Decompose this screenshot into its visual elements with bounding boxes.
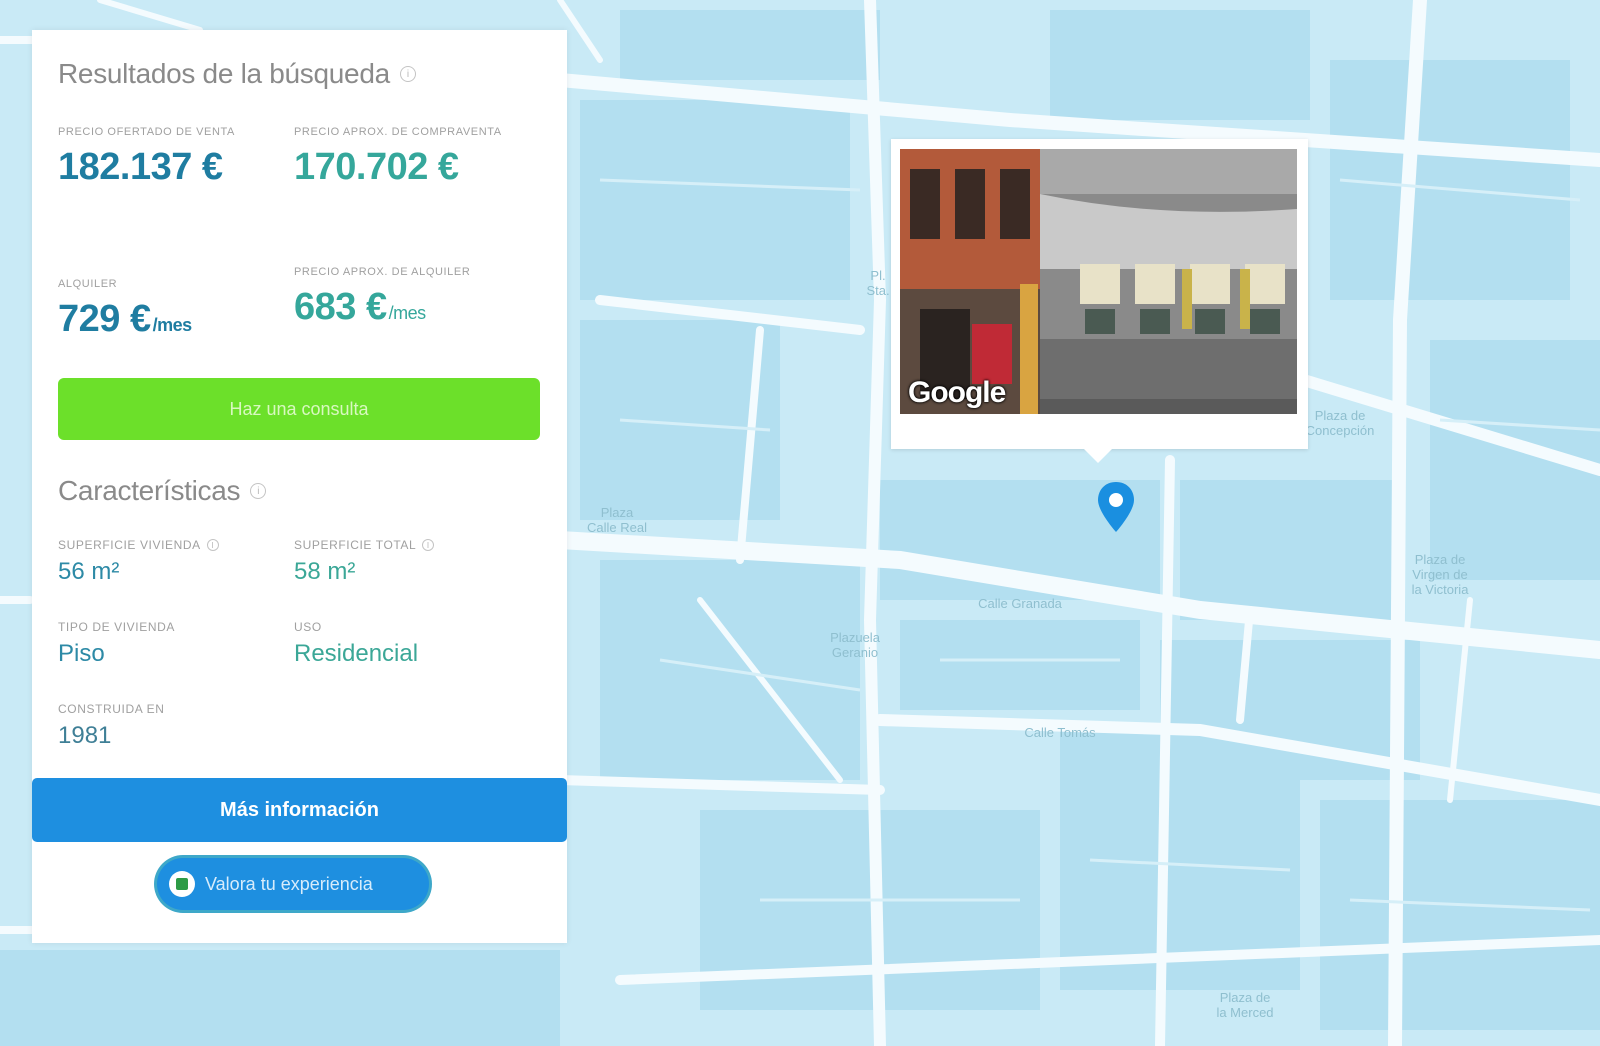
street-view-popup[interactable]: Google xyxy=(891,139,1308,463)
stat-value: 170.702 € xyxy=(294,146,459,188)
feat-label: CONSTRUIDA EN xyxy=(58,702,165,716)
feedback-button-label: Valora tu experiencia xyxy=(205,873,373,894)
living-area-label: SUPERFICIE VIVIENDA xyxy=(58,538,201,552)
rent-unit: /mes xyxy=(152,315,193,335)
map-label: Plaza Calle Real xyxy=(587,505,647,535)
street-view-image[interactable]: Google xyxy=(900,149,1297,414)
rent-value: 729 € xyxy=(58,298,151,340)
features-title-text: Características xyxy=(58,475,241,506)
results-title: Resultados de la búsqueda i xyxy=(58,58,416,90)
offer-sale-price: PRECIO OFERTADO DE VENTA 182.137 € xyxy=(58,126,268,189)
stat-value: 182.137 € xyxy=(58,146,223,188)
appraisal-rent-price: PRECIO APROX. DE ALQUILER 683 €/mes xyxy=(294,266,504,329)
feat-label: SUPERFICIE TOTAL i xyxy=(294,538,514,552)
results-title-text: Resultados de la búsqueda xyxy=(58,58,390,89)
feat-label: SUPERFICIE VIVIENDA i xyxy=(58,538,278,552)
stat-label: PRECIO APROX. DE ALQUILER xyxy=(294,266,471,278)
stat-label: PRECIO APROX. DE COMPRAVENTA xyxy=(294,126,502,138)
feedback-button[interactable]: Valora tu experiencia xyxy=(157,858,429,910)
feat-value: 56 m² xyxy=(58,558,120,585)
info-icon[interactable]: i xyxy=(206,539,219,551)
google-watermark: Google xyxy=(908,376,1006,409)
info-icon[interactable]: i xyxy=(250,483,267,499)
stat-value: 683 €/mes xyxy=(294,286,504,329)
property-use: USO Residencial xyxy=(294,620,514,668)
results-panel: Resultados de la búsqueda i PRECIO OFERT… xyxy=(32,30,567,943)
living-area: SUPERFICIE VIVIENDA i 56 m² xyxy=(58,538,278,586)
feat-value: 1981 xyxy=(58,722,112,749)
appraisal-rent-unit: /mes xyxy=(388,303,427,323)
map-label: Plaza de la Merced xyxy=(1216,990,1274,1020)
total-area-label: SUPERFICIE TOTAL xyxy=(294,538,417,552)
total-area: SUPERFICIE TOTAL i 58 m² xyxy=(294,538,514,586)
feedback-icon xyxy=(169,871,195,897)
info-icon[interactable]: i xyxy=(399,66,416,82)
map-label: Calle Tomás xyxy=(1024,725,1096,740)
stat-value: 729 €/mes xyxy=(58,298,268,341)
feat-label: TIPO DE VIVIENDA xyxy=(58,620,175,634)
stat-label: ALQUILER xyxy=(58,278,118,290)
property-type: TIPO DE VIVIENDA Piso xyxy=(58,620,278,668)
features-title: Características i xyxy=(58,475,267,507)
feat-value: Piso xyxy=(58,640,105,667)
rent-price: ALQUILER 729 €/mes xyxy=(58,266,268,341)
feat-value: 58 m² xyxy=(294,558,356,585)
appraisal-sale-price: PRECIO APROX. DE COMPRAVENTA 170.702 € xyxy=(294,126,504,189)
more-info-button[interactable]: Más información xyxy=(32,778,567,842)
location-pin-icon[interactable] xyxy=(1095,480,1137,534)
info-icon[interactable]: i xyxy=(422,539,435,551)
appraisal-rent-value: 683 € xyxy=(294,286,387,328)
stat-label: PRECIO OFERTADO DE VENTA xyxy=(58,126,235,138)
map-label: Calle Granada xyxy=(978,596,1062,611)
map-label: Plaza de Virgen de la Victoria xyxy=(1411,552,1469,597)
built-year: CONSTRUIDA EN 1981 xyxy=(58,702,278,750)
feat-label: USO xyxy=(294,620,322,634)
contact-button[interactable]: Haz una consulta xyxy=(58,378,540,440)
feat-value: Residencial xyxy=(294,640,419,667)
map-label: Plaza de Concepción xyxy=(1305,408,1375,438)
map-label: Plazuela Geranio xyxy=(830,630,880,660)
